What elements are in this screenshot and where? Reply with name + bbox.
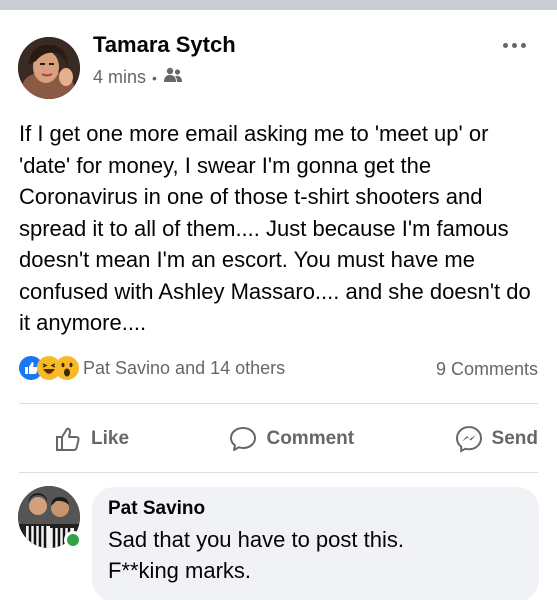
reactions-summary[interactable]: Pat Savino and 14 others: [19, 356, 285, 380]
top-separator: [0, 0, 557, 10]
post-actions-bar: Like Comment Send: [19, 411, 538, 467]
send-button[interactable]: Send: [420, 424, 538, 454]
comments-count-link[interactable]: 9 Comments: [436, 359, 538, 380]
thumbs-up-icon: [56, 427, 80, 451]
friends-icon[interactable]: [163, 67, 183, 88]
author-avatar[interactable]: [18, 37, 80, 99]
comment-button[interactable]: Comment: [194, 424, 370, 454]
comment-bubble: Pat Savino Sad that you have to post thi…: [92, 487, 539, 600]
send-label: Send: [491, 428, 538, 449]
divider: [19, 472, 538, 473]
more-options-button[interactable]: [499, 33, 529, 57]
reaction-names: Pat Savino and 14 others: [83, 357, 286, 378]
commenter-name[interactable]: Pat Savino: [108, 498, 523, 520]
messenger-icon: [455, 425, 482, 453]
like-button[interactable]: Like: [19, 424, 145, 454]
post-text: If I get one more email asking me to 'me…: [19, 121, 531, 335]
comment-text: Sad that you have to post this. F**king …: [108, 527, 404, 583]
comment-icon: [230, 427, 257, 451]
author-name[interactable]: Tamara Sytch: [93, 32, 236, 58]
post-meta: 4 mins •: [93, 67, 183, 88]
post-timestamp[interactable]: 4 mins: [93, 67, 146, 88]
like-label: Like: [91, 428, 130, 449]
dot-icon: [502, 42, 508, 48]
dot-icon: [520, 42, 526, 48]
post-card: Tamara Sytch 4 mins • If I get one more …: [0, 10, 557, 600]
online-status-indicator: [64, 531, 82, 549]
wow-icon: [55, 356, 79, 380]
divider: [19, 403, 538, 404]
comment-label: Comment: [266, 428, 355, 449]
dot-icon: [511, 42, 517, 48]
meta-dot: •: [152, 69, 157, 86]
